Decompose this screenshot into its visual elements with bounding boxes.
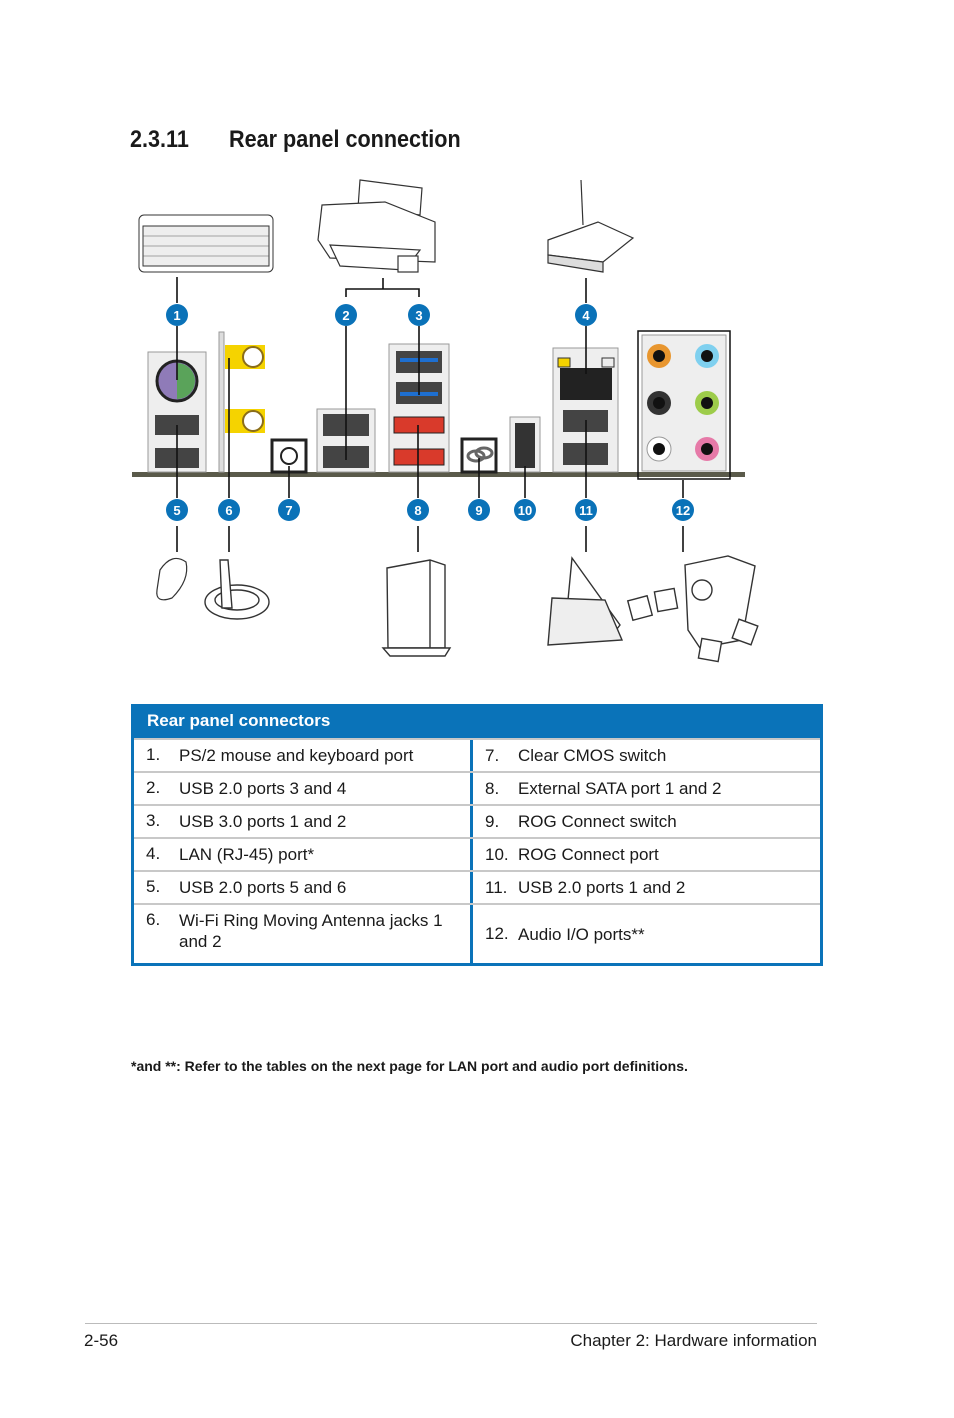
- cell-right: 11. USB 2.0 ports 1 and 2: [473, 872, 820, 903]
- cell-left: 1. PS/2 mouse and keyboard port: [134, 740, 473, 771]
- io-shield-bar: [132, 472, 745, 477]
- item-number: 2.: [146, 778, 161, 797]
- rear-panel-connectors-table: Rear panel connectors 1. PS/2 mouse and k…: [131, 704, 823, 966]
- printer-icon: [317, 179, 436, 273]
- svg-text:3: 3: [415, 308, 422, 323]
- chapter-title: Chapter 2: Hardware information: [570, 1331, 817, 1350]
- callout-8: 8: [407, 499, 429, 521]
- svg-text:1: 1: [173, 308, 180, 323]
- svg-text:2: 2: [342, 308, 349, 323]
- footer-divider: [85, 1323, 817, 1324]
- item-label: External SATA port 1 and 2: [518, 779, 722, 798]
- rear-panel-diagram: 1 2 3 4 5 6 7 8 9 10 11 12: [132, 179, 759, 663]
- item-number: 7.: [485, 745, 500, 765]
- table-row: 5. USB 2.0 ports 5 and 6 11. USB 2.0 ports …: [134, 870, 820, 903]
- item-number: 9.: [485, 811, 500, 831]
- item-number: 4.: [146, 844, 161, 863]
- callout-6: 6: [218, 499, 240, 521]
- manual-page: { "section":{"number":"2.3.11","title":"…: [0, 0, 954, 1418]
- svg-text:7: 7: [285, 503, 292, 518]
- cell-right: 10. ROG Connect port: [473, 839, 820, 870]
- wifi-antenna-jacks: [218, 331, 265, 473]
- item-number: 3.: [146, 811, 161, 830]
- svg-text:6: 6: [225, 503, 232, 518]
- item-number: 5.: [146, 877, 161, 896]
- table-row: 1. PS/2 mouse and keyboard port 7. Clear CM…: [134, 738, 820, 771]
- callout-11: 11: [575, 499, 597, 521]
- callout-9: 9: [468, 499, 490, 521]
- item-number: 10.: [485, 844, 509, 864]
- svg-text:10: 10: [518, 503, 532, 518]
- keyboard-icon: [138, 214, 274, 273]
- callout-5: 5: [166, 499, 188, 521]
- cell-right: 7. Clear CMOS switch: [473, 740, 820, 771]
- svg-text:12: 12: [676, 503, 690, 518]
- item-number: 11.: [485, 877, 508, 897]
- callout-7: 7: [278, 499, 300, 521]
- callout-3: 3: [408, 304, 430, 326]
- item-label: USB 3.0 ports 1 and 2: [179, 812, 347, 831]
- table-row: 2. USB 2.0 ports 3 and 4 8. External SATA p…: [134, 771, 820, 804]
- item-label: LAN (RJ-45) port*: [179, 845, 315, 864]
- callout-12: 12: [672, 499, 694, 521]
- table-row: 3. USB 3.0 ports 1 and 2 9. ROG Connect swi…: [134, 804, 820, 837]
- mouse-icon: [156, 557, 188, 601]
- item-label: PS/2 mouse and keyboard port: [179, 746, 414, 765]
- svg-text:9: 9: [475, 503, 482, 518]
- cell-left: 4. LAN (RJ-45) port*: [134, 839, 473, 870]
- item-label: USB 2.0 ports 1 and 2: [518, 878, 686, 897]
- callout-4: 4: [575, 304, 597, 326]
- page-number: 2-56: [84, 1331, 119, 1350]
- item-label: Clear CMOS switch: [518, 746, 667, 765]
- svg-text:5: 5: [173, 503, 180, 518]
- laptop-icon: [547, 556, 624, 646]
- audio-ports: [637, 330, 731, 480]
- item-label: USB 2.0 ports 5 and 6: [179, 878, 347, 897]
- footnote: *and **: Refer to the tables on the next…: [131, 1058, 688, 1074]
- antenna-icon: [204, 559, 270, 620]
- item-number: 8.: [485, 778, 500, 798]
- speakers-icon: [626, 555, 759, 663]
- item-label: ROG Connect port: [518, 845, 659, 864]
- cell-left: 6. Wi-Fi Ring Moving Antenna jacks 1 and …: [134, 905, 473, 963]
- item-label: Wi-Fi Ring Moving Antenna jacks 1 and 2: [179, 911, 443, 951]
- cell-right: 9. ROG Connect switch: [473, 806, 820, 837]
- external-drive-icon: [381, 559, 452, 657]
- cell-right: 12. Audio I/O ports**: [473, 905, 820, 963]
- cell-left: 2. USB 2.0 ports 3 and 4: [134, 773, 473, 804]
- svg-text:11: 11: [579, 503, 593, 518]
- svg-text:8: 8: [414, 503, 421, 518]
- rog-connect-port: [509, 416, 541, 473]
- table-row: 4. LAN (RJ-45) port* 10. ROG Connect port: [134, 837, 820, 870]
- router-icon: [547, 179, 635, 273]
- cell-right: 8. External SATA port 1 and 2: [473, 773, 820, 804]
- table-title: Rear panel connectors: [134, 704, 820, 738]
- item-number: 6.: [146, 910, 161, 929]
- item-label: USB 2.0 ports 3 and 4: [179, 779, 347, 798]
- svg-text:4: 4: [582, 308, 590, 323]
- callout-2: 2: [335, 304, 357, 326]
- callout-1: 1: [166, 304, 188, 326]
- table-row: 6. Wi-Fi Ring Moving Antenna jacks 1 and …: [134, 903, 820, 963]
- item-label: Audio I/O ports**: [518, 924, 645, 944]
- callout-10: 10: [514, 499, 536, 521]
- item-label: ROG Connect switch: [518, 812, 677, 831]
- item-number: 12.: [485, 924, 509, 943]
- cell-left: 5. USB 2.0 ports 5 and 6: [134, 872, 473, 903]
- cell-left: 3. USB 3.0 ports 1 and 2: [134, 806, 473, 837]
- item-number: 1.: [146, 745, 161, 764]
